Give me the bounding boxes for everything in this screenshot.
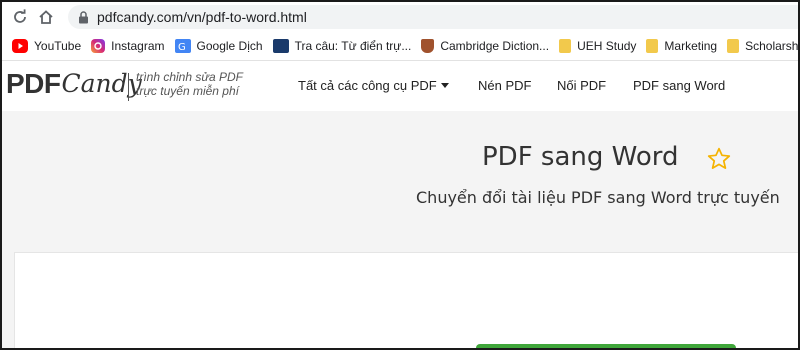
tagline: trình chỉnh sửa PDF trực tuyến miễn phí (136, 70, 243, 98)
address-bar-row: pdfcandy.com/vn/pdf-to-word.html (2, 2, 798, 32)
bookmark-tra-cau[interactable]: Tra câu: Từ điển trự... (272, 39, 412, 53)
bookmark-marketing[interactable]: Marketing (646, 39, 717, 53)
nav-merge[interactable]: Nối PDF (557, 78, 606, 93)
nav-all-tools[interactable]: Tất cả các công cụ PDF (298, 78, 449, 93)
folder-icon (559, 39, 572, 53)
bookmark-cambridge[interactable]: Cambridge Diction... (421, 39, 549, 53)
reload-icon[interactable] (10, 7, 30, 27)
svg-text:G: G (178, 42, 186, 53)
google-translate-icon: G (174, 39, 191, 53)
cambridge-icon (421, 39, 435, 53)
bookmark-label: Scholarship (745, 39, 798, 53)
instagram-icon (91, 39, 106, 53)
upload-panel (14, 252, 798, 348)
url-text: pdfcandy.com/vn/pdf-to-word.html (97, 9, 307, 25)
youtube-icon (12, 39, 28, 53)
pdfcandy-logo[interactable]: PDF Candy (6, 69, 142, 99)
bookmark-label: YouTube (34, 39, 82, 53)
tagline-line-1: trình chỉnh sửa PDF (136, 70, 243, 84)
browser-window: pdfcandy.com/vn/pdf-to-word.html YouTube… (2, 2, 798, 348)
logo-pdf-text: PDF (6, 68, 61, 99)
star-icon[interactable] (706, 146, 732, 177)
bookmark-youtube[interactable]: YouTube (12, 39, 81, 53)
nav-pdf-to-word[interactable]: PDF sang Word (633, 78, 725, 93)
url-field[interactable]: pdfcandy.com/vn/pdf-to-word.html (68, 5, 798, 29)
nav-compress[interactable]: Nén PDF (478, 78, 531, 93)
bookmark-instagram[interactable]: Instagram (91, 39, 165, 53)
bookmark-label: Instagram (111, 39, 165, 53)
bookmark-ueh-study[interactable]: UEH Study (559, 39, 636, 53)
bookmark-scholarship[interactable]: Scholarship (727, 39, 798, 53)
page-title: PDF sang Word (482, 142, 679, 172)
bookmark-label: Tra câu: Từ điển trự... (294, 39, 412, 53)
bookmarks-bar: YouTube Instagram G Google Dịch Tra câu:… (2, 32, 798, 61)
bookmark-google-dich[interactable]: G Google Dịch (174, 39, 263, 53)
bookmark-label: Cambridge Diction... (440, 39, 550, 53)
site-header: PDF Candy trình chỉnh sửa PDF trực tuyến… (2, 61, 798, 111)
bookmark-label: Google Dịch (196, 39, 263, 53)
folder-icon (646, 39, 659, 53)
page-subtitle: Chuyển đổi tài liệu PDF sang Word trực t… (416, 188, 780, 207)
dictionary-icon (272, 39, 289, 53)
bookmark-label: UEH Study (577, 39, 637, 53)
lock-icon[interactable] (78, 10, 89, 24)
home-icon[interactable] (36, 7, 56, 27)
choose-file-button[interactable] (476, 344, 736, 348)
bookmark-label: Marketing (664, 39, 718, 53)
nav-all-tools-label: Tất cả các công cụ PDF (298, 78, 437, 93)
folder-icon (727, 39, 740, 53)
logo-divider (128, 73, 129, 101)
tagline-line-2: trực tuyến miễn phí (136, 84, 239, 98)
logo-candy-text: Candy (61, 69, 142, 98)
caret-down-icon (440, 83, 449, 89)
